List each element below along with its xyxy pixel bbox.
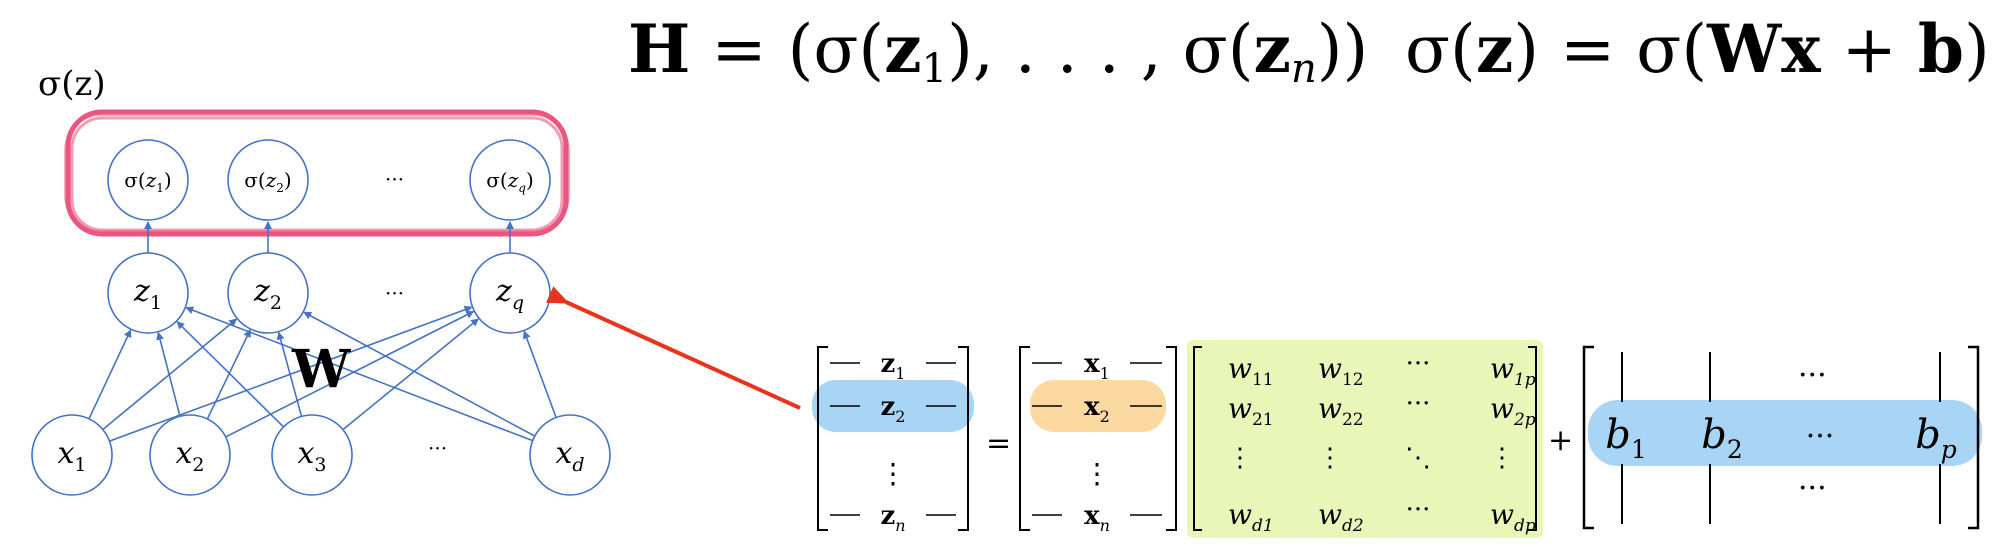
b-row-ellipsis: ··· [1806, 419, 1835, 454]
z-matrix-right-bracket [958, 346, 969, 531]
sigma-group-label: σ(z) [38, 64, 106, 104]
input-node: xd [529, 414, 611, 496]
formula-end: ) [1964, 11, 1990, 88]
w-matrix-dots: ⋮ [1227, 443, 1253, 473]
formula-subn: n [1291, 46, 1317, 92]
sigma-ellipsis: ··· [385, 167, 404, 191]
diagram-svg: H = (σ(z1), . . . , σ(zn)) σ(z) = σ(Wx +… [31, 10, 1990, 538]
input-ellipsis: ··· [428, 436, 447, 460]
hidden-node: z2 [227, 252, 309, 334]
matrix-plus: + [1548, 423, 1573, 458]
w-matrix-dots: ⋮ [1317, 443, 1343, 473]
sigma-node-label: σ(zq) [486, 168, 534, 195]
sigma-node: σ(zq) [469, 139, 551, 221]
formula-sub1: 1 [922, 46, 947, 92]
input-node: x1 [31, 414, 113, 496]
formula-sigz-open: σ( [1405, 11, 1476, 88]
input-hidden-edge [156, 331, 181, 417]
hidden-node: zq [469, 252, 551, 334]
hidden-ellipsis: ··· [385, 281, 404, 305]
formula-plus: + [1821, 11, 1918, 88]
x-row-label: xn [1084, 501, 1110, 535]
input-hidden-edge [342, 318, 480, 431]
x-vdots: ⋮ [1083, 457, 1111, 490]
formula-b: b [1918, 10, 1964, 88]
matrix-equals: = [986, 426, 1011, 461]
formula-zn: z [1253, 10, 1290, 88]
input-node: x3 [271, 414, 353, 496]
b-top-ellipsis: ··· [1798, 358, 1827, 393]
sigma-node-label: σ(z1) [124, 168, 171, 195]
formula-H: H [628, 10, 690, 88]
formula-mid: ), . . . , σ( [947, 11, 1253, 88]
sigma-node-label: σ(z2) [244, 168, 291, 195]
hidden-layer: z1 z2 zq [107, 252, 551, 334]
z-vdots: ⋮ [879, 457, 907, 490]
b-bottom-ellipsis: ··· [1798, 471, 1827, 506]
w-matrix-dots: ··· [1406, 389, 1431, 419]
w-matrix-dots: ⋮ [1489, 443, 1515, 473]
formula-close: )) [1317, 11, 1369, 88]
formula-eq1: = (σ( [690, 11, 884, 88]
slide-canvas: H = (σ(z1), . . . , σ(zn)) σ(z) = σ(Wx +… [0, 0, 2000, 543]
formula-sigz-z: z [1476, 10, 1513, 88]
w-matrix-dots: ⋱ [1405, 443, 1431, 473]
input-node: x2 [149, 414, 231, 496]
x-matrix-left-bracket [1019, 346, 1030, 531]
sigma-node: σ(z2) [227, 139, 309, 221]
input-layer: x1 x2 x3 xd [31, 414, 611, 496]
input-hidden-edge [522, 330, 557, 418]
x-matrix-right-bracket [1166, 346, 1177, 531]
matrix-equation: z1z2zn⋮ = x1x2xn⋮ w11 w12··· w1pw21 w22··· w… [812, 340, 1982, 538]
weight-label: W [291, 339, 352, 400]
input-hidden-edge [185, 306, 533, 442]
input-hidden-edge [206, 329, 251, 420]
formula-sigz-eq: ) = σ( [1513, 11, 1707, 88]
red-pointer-arrow [545, 286, 801, 410]
top-formula: H = (σ(z1), . . . , σ(zn)) σ(z) = σ(Wx +… [628, 10, 1990, 92]
input-hidden-edge [88, 329, 132, 420]
input-hidden-edge [176, 321, 285, 428]
formula-z1: z [884, 10, 921, 88]
z-row-label: z1 [881, 349, 906, 383]
sigma-layer: σ(z1) σ(z2) σ(zq) [107, 139, 551, 221]
z-matrix-left-bracket [817, 346, 828, 531]
w-matrix-dots: ··· [1406, 495, 1431, 525]
hidden-node: z1 [107, 252, 189, 334]
x-row-label: x1 [1084, 349, 1110, 383]
z-row-label: zn [880, 501, 905, 535]
w-matrix-dots: ··· [1406, 349, 1431, 379]
formula-Wx: Wx [1706, 10, 1821, 88]
sigma-node: σ(z1) [107, 139, 189, 221]
svg-text:σ(z) = σ(Wx + b): σ(z) = σ(Wx + b) [1405, 10, 1990, 88]
svg-text:H = (σ(z1), . . . , σ(zn)): H = (σ(z1), . . . , σ(zn)) [628, 10, 1368, 92]
